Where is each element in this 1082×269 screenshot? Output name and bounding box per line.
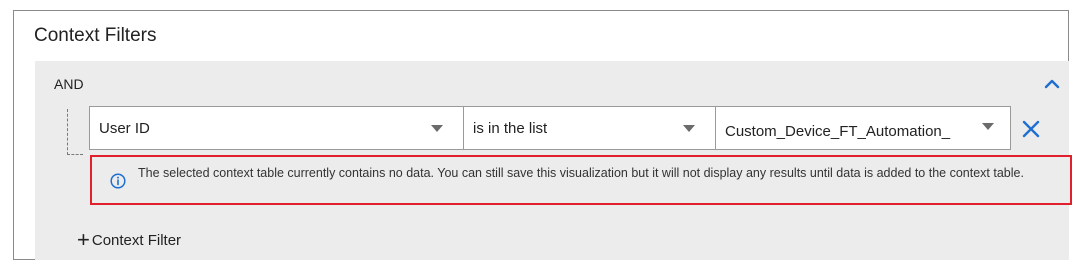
- caret-down-icon: [683, 125, 695, 132]
- context-filters-panel: Context Filters AND User ID is in the li…: [13, 10, 1072, 260]
- caret-down-icon: [431, 125, 443, 132]
- field-select-value: User ID: [99, 119, 150, 137]
- add-context-filter-button[interactable]: + Context Filter: [77, 227, 182, 252]
- caret-down-icon: [982, 123, 994, 130]
- panel-title: Context Filters: [34, 25, 157, 46]
- operator-select-value: is in the list: [473, 119, 548, 137]
- empty-context-table-notice: The selected context table currently con…: [90, 155, 1072, 205]
- remove-filter-button[interactable]: [1020, 118, 1042, 140]
- field-select[interactable]: User ID: [89, 106, 463, 150]
- info-icon: [110, 173, 126, 189]
- tree-connector: [67, 109, 83, 155]
- chevron-up-icon: [1044, 79, 1060, 89]
- add-context-filter-label: Context Filter: [91, 231, 182, 249]
- value-select[interactable]: Custom_Device_FT_Automation_: [715, 106, 1011, 150]
- value-select-value: Custom_Device_FT_Automation_: [725, 122, 951, 140]
- close-icon: [1022, 120, 1040, 138]
- operator-select[interactable]: is in the list: [463, 106, 715, 150]
- filter-group: AND User ID is in the list Custom_Device…: [35, 61, 1072, 260]
- filter-rule-row: User ID is in the list Custom_Device_FT_…: [89, 106, 1011, 150]
- notice-text: The selected context table currently con…: [138, 166, 1024, 180]
- group-operator-label: AND: [54, 76, 84, 92]
- collapse-group-button[interactable]: [1041, 73, 1063, 95]
- plus-icon: +: [77, 227, 90, 252]
